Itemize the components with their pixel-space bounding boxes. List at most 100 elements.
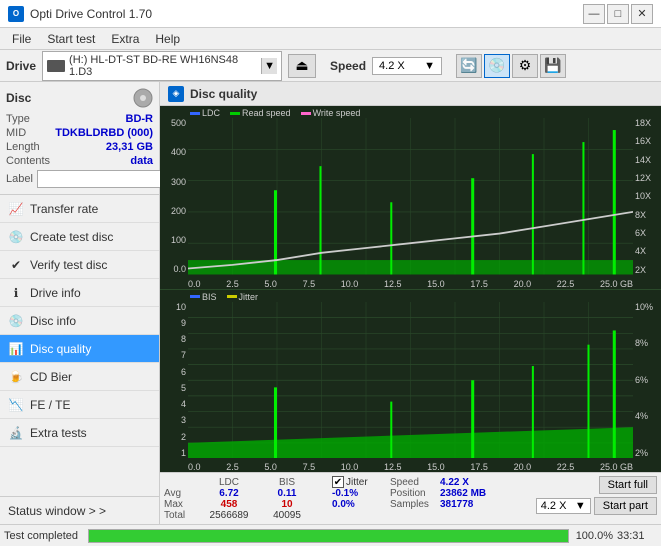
main-layout: Disc Type BD-R MID TDKBLDRBD (000) Lengt…: [0, 82, 661, 524]
stats-table: LDC BIS ✔ Jitter Speed 4.22 X Avg 6.72: [164, 476, 486, 521]
sidebar-item-fe-te[interactable]: 📉 FE / TE: [0, 391, 159, 419]
drive-label: Drive: [6, 59, 36, 73]
chart1-svg: [188, 118, 633, 275]
stats-avg-row: Avg 6.72 0.11 -0.1% Position 23862 MB: [164, 488, 486, 499]
speed-dropdown[interactable]: 4.2 X ▼: [536, 498, 591, 514]
speed-header-value: 4.22 X: [440, 477, 469, 488]
chart2-y-right: 10% 8% 6% 4% 2%: [633, 302, 661, 459]
sidebar: Disc Type BD-R MID TDKBLDRBD (000) Lengt…: [0, 82, 160, 524]
y2-5: 5: [160, 383, 188, 393]
speed-selector[interactable]: 4.2 X ▼: [372, 57, 442, 75]
status-window-button[interactable]: Status window > >: [0, 496, 159, 524]
x1-7.5: 7.5: [303, 279, 316, 289]
sidebar-item-create-test-disc[interactable]: 💿 Create test disc: [0, 223, 159, 251]
speed-label: Speed: [330, 59, 366, 73]
total-label: Total: [164, 510, 200, 521]
legend-jitter-label: Jitter: [239, 292, 259, 302]
legend-read-label: Read speed: [242, 108, 291, 118]
disc-label-input[interactable]: [37, 170, 175, 188]
sidebar-transfer-rate-label: Transfer rate: [30, 202, 98, 216]
legend-ldc-label: LDC: [202, 108, 220, 118]
x1-17.5: 17.5: [470, 279, 488, 289]
y1-100: 100: [160, 235, 188, 245]
sidebar-item-drive-info[interactable]: ℹ Drive info: [0, 279, 159, 307]
toolbar-save-icon[interactable]: 💾: [540, 54, 566, 78]
legend-read-speed: Read speed: [230, 108, 291, 118]
speed-dropdown-arrow: ▼: [575, 500, 586, 512]
position-value: 23862 MB: [440, 488, 486, 499]
x1-15: 15.0: [427, 279, 445, 289]
y1r-6x: 6X: [633, 228, 661, 238]
jitter-checkbox[interactable]: ✔: [332, 476, 344, 488]
start-part-button[interactable]: Start part: [594, 497, 657, 515]
transfer-rate-icon: 📈: [8, 201, 24, 217]
x2-20: 20.0: [514, 462, 532, 472]
drive-selector[interactable]: (H:) HL-DT-ST BD-RE WH16NS48 1.D3 ▼: [42, 51, 282, 81]
disc-type-row: Type BD-R: [6, 112, 153, 126]
menu-help[interactable]: Help: [147, 30, 188, 48]
chart1-legend: LDC Read speed Write speed: [190, 108, 360, 118]
y1r-12x: 12X: [633, 173, 661, 183]
stats-row: LDC BIS ✔ Jitter Speed 4.22 X Avg 6.72: [164, 476, 657, 521]
speed-header: Speed: [390, 477, 440, 488]
app-title: Opti Drive Control 1.70: [30, 7, 152, 21]
legend-jitter-color: [227, 295, 237, 298]
sidebar-item-cd-bier[interactable]: 🍺 CD Bier: [0, 363, 159, 391]
disc-type-value: BD-R: [126, 113, 154, 125]
avg-label: Avg: [164, 488, 200, 499]
sidebar-item-disc-quality[interactable]: 📊 Disc quality: [0, 335, 159, 363]
sidebar-item-disc-info[interactable]: 💿 Disc info: [0, 307, 159, 335]
toolbar-icons: 🔄 💿 ⚙ 💾: [456, 54, 566, 78]
content-area: ◈ Disc quality LDC Read speed Write spee…: [160, 82, 661, 524]
x1-12.5: 12.5: [384, 279, 402, 289]
stats-bis-header: BIS: [258, 477, 316, 488]
jitter-checkbox-label: Jitter: [346, 477, 368, 488]
minimize-button[interactable]: —: [583, 4, 605, 24]
disc-title: Disc: [6, 91, 31, 105]
samples-value: 381778: [440, 499, 473, 510]
stats-max-row: Max 458 10 0.0% Samples 381778: [164, 499, 486, 510]
y1r-16x: 16X: [633, 136, 661, 146]
y1-200: 200: [160, 206, 188, 216]
legend-write-speed: Write speed: [301, 108, 361, 118]
toolbar-disc-icon[interactable]: 💿: [484, 54, 510, 78]
legend-ldc-color: [190, 112, 200, 115]
stats-section: LDC BIS ✔ Jitter Speed 4.22 X Avg 6.72: [160, 472, 661, 524]
close-button[interactable]: ✕: [631, 4, 653, 24]
sidebar-item-extra-tests[interactable]: 🔬 Extra tests: [0, 419, 159, 447]
menu-extra[interactable]: Extra: [103, 30, 147, 48]
toolbar-settings-icon[interactable]: ⚙: [512, 54, 538, 78]
disc-mid-row: MID TDKBLDRBD (000): [6, 126, 153, 140]
sidebar-drive-info-label: Drive info: [30, 286, 81, 300]
legend-read-color: [230, 112, 240, 115]
x1-20: 20.0: [514, 279, 532, 289]
total-bis: 40095: [258, 510, 316, 521]
y1r-14x: 14X: [633, 155, 661, 165]
disc-type-label: Type: [6, 113, 30, 125]
x2-2.5: 2.5: [226, 462, 239, 472]
disc-label-label: Label: [6, 173, 33, 185]
toolbar-refresh-icon[interactable]: 🔄: [456, 54, 482, 78]
drive-dropdown-icon[interactable]: ▼: [261, 58, 277, 74]
y2-8: 8: [160, 334, 188, 344]
drive-icon: [47, 60, 65, 72]
avg-ldc: 6.72: [200, 488, 258, 499]
maximize-button[interactable]: □: [607, 4, 629, 24]
speed-dropdown-value: 4.2 X: [541, 500, 567, 512]
start-part-row: 4.2 X ▼ Start part: [536, 497, 657, 515]
eject-button[interactable]: ⏏: [288, 54, 316, 78]
sidebar-item-verify-test-disc[interactable]: ✔ Verify test disc: [0, 251, 159, 279]
menu-start-test[interactable]: Start test: [39, 30, 103, 48]
menu-file[interactable]: File: [4, 30, 39, 48]
content-header: ◈ Disc quality: [160, 82, 661, 106]
sidebar-item-transfer-rate[interactable]: 📈 Transfer rate: [0, 195, 159, 223]
y2-3: 3: [160, 415, 188, 425]
x2-0: 0.0: [188, 462, 201, 472]
disc-mid-label: MID: [6, 127, 26, 139]
sidebar-verify-test-disc-label: Verify test disc: [30, 258, 107, 272]
disc-length-row: Length 23,31 GB: [6, 140, 153, 154]
start-full-button[interactable]: Start full: [599, 476, 657, 494]
y2-1: 1: [160, 448, 188, 458]
progress-bar-container: [88, 529, 569, 543]
x1-0: 0.0: [188, 279, 201, 289]
